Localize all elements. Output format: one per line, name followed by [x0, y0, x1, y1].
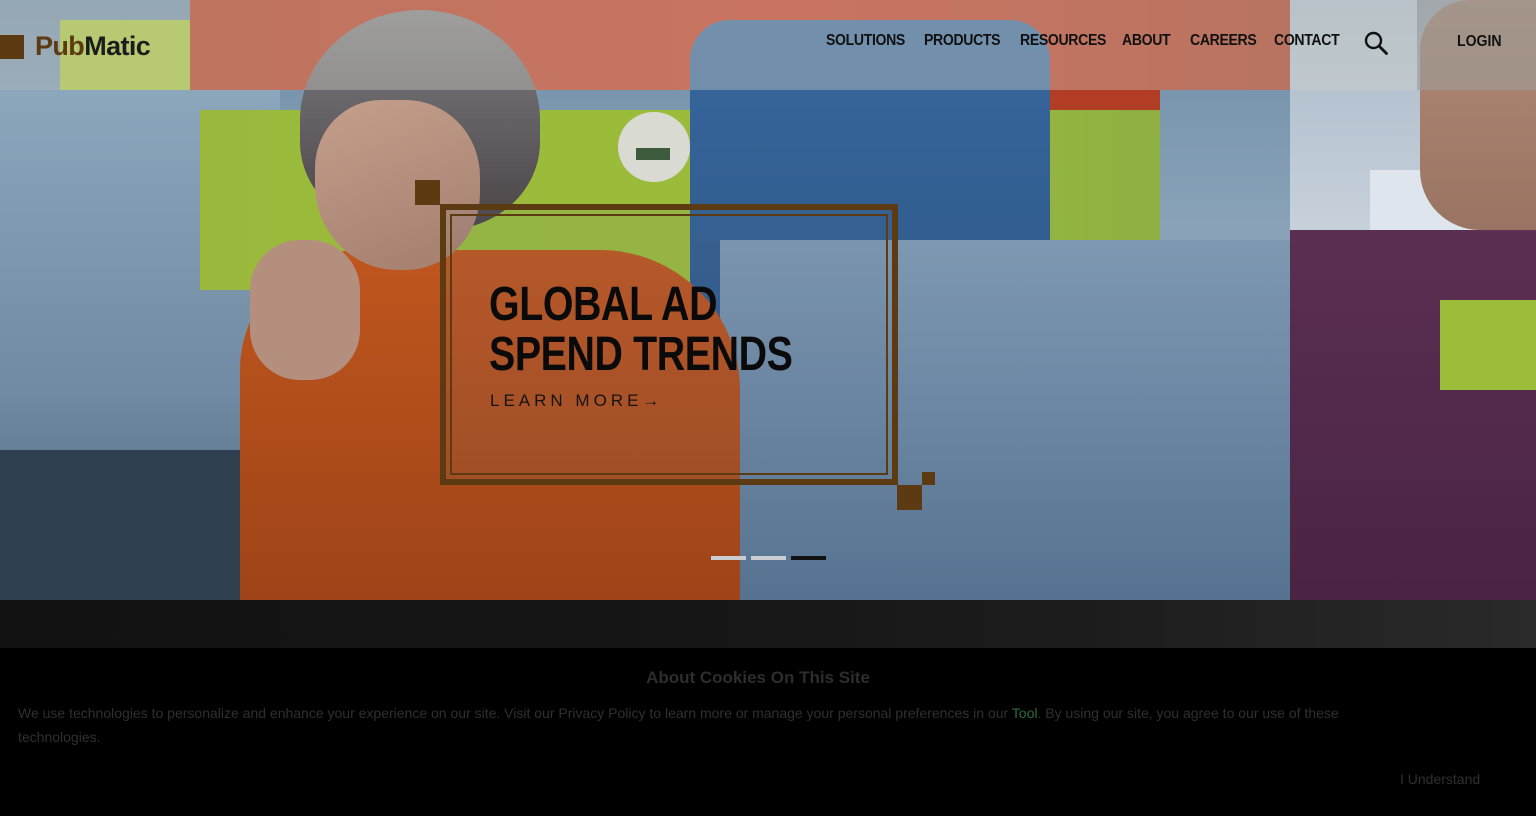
hero-photo-person: [1290, 230, 1536, 600]
hero-banner: GLOBAL AD SPEND TRENDS LEARN MORE→: [0, 0, 1536, 600]
hero-photo-sign: [618, 112, 690, 182]
site-header: PubMatic SOLUTIONS PRODUCTS RESOURCES AB…: [0, 0, 1536, 90]
decor-square: [897, 485, 922, 510]
hero-title: GLOBAL AD SPEND TRENDS: [489, 278, 793, 381]
cookie-accept-button[interactable]: I Understand: [1400, 771, 1480, 787]
hero-photo-accent: [1440, 300, 1536, 390]
main-nav: SOLUTIONS PRODUCTS RESOURCES ABOUT CAREE…: [826, 32, 1360, 50]
slider-dot-2[interactable]: [751, 556, 786, 560]
cookie-title: About Cookies On This Site: [646, 668, 870, 687]
nav-solutions[interactable]: SOLUTIONS: [826, 32, 905, 50]
nav-products[interactable]: PRODUCTS: [924, 32, 1001, 50]
cookie-tool-link[interactable]: Tool: [1012, 705, 1038, 721]
logo-text-part: Matic: [84, 31, 151, 61]
login-link[interactable]: LOGIN: [1457, 33, 1502, 51]
search-icon[interactable]: [1363, 30, 1389, 56]
cookie-text-part: We use technologies to personalize and e…: [18, 705, 1012, 721]
hero-photo-person: [250, 240, 360, 380]
nav-contact[interactable]: CONTACT: [1274, 32, 1340, 50]
slider-dot-1[interactable]: [711, 556, 746, 560]
learn-more-link[interactable]: LEARN MORE→: [490, 391, 659, 411]
cookie-text: We use technologies to personalize and e…: [18, 701, 1378, 749]
arrow-right-icon: →: [642, 391, 660, 410]
hero-title-line: GLOBAL AD: [489, 278, 718, 331]
nav-about[interactable]: ABOUT: [1122, 32, 1171, 50]
decor-square: [415, 180, 440, 205]
decor-square: [922, 472, 935, 485]
slider-dots: [711, 556, 831, 560]
hero-photo-monitor: [0, 450, 280, 600]
nav-resources[interactable]: RESOURCES: [1020, 32, 1106, 50]
hero-title-line: SPEND TRENDS: [489, 328, 793, 381]
logo-text: PubMatic: [35, 31, 151, 61]
logo-mark-icon: [0, 34, 24, 59]
slider-dot-3[interactable]: [791, 556, 826, 560]
learn-more-label: LEARN MORE: [490, 391, 643, 410]
login-area: LOGIN: [1417, 0, 1536, 90]
pubmatic-logo[interactable]: PubMatic: [0, 31, 151, 61]
nav-careers[interactable]: CAREERS: [1190, 32, 1257, 50]
logo-text-part: Pub: [35, 31, 85, 61]
cookie-banner: About Cookies On This Site We use techno…: [0, 648, 1536, 816]
section-divider: [0, 600, 1536, 648]
